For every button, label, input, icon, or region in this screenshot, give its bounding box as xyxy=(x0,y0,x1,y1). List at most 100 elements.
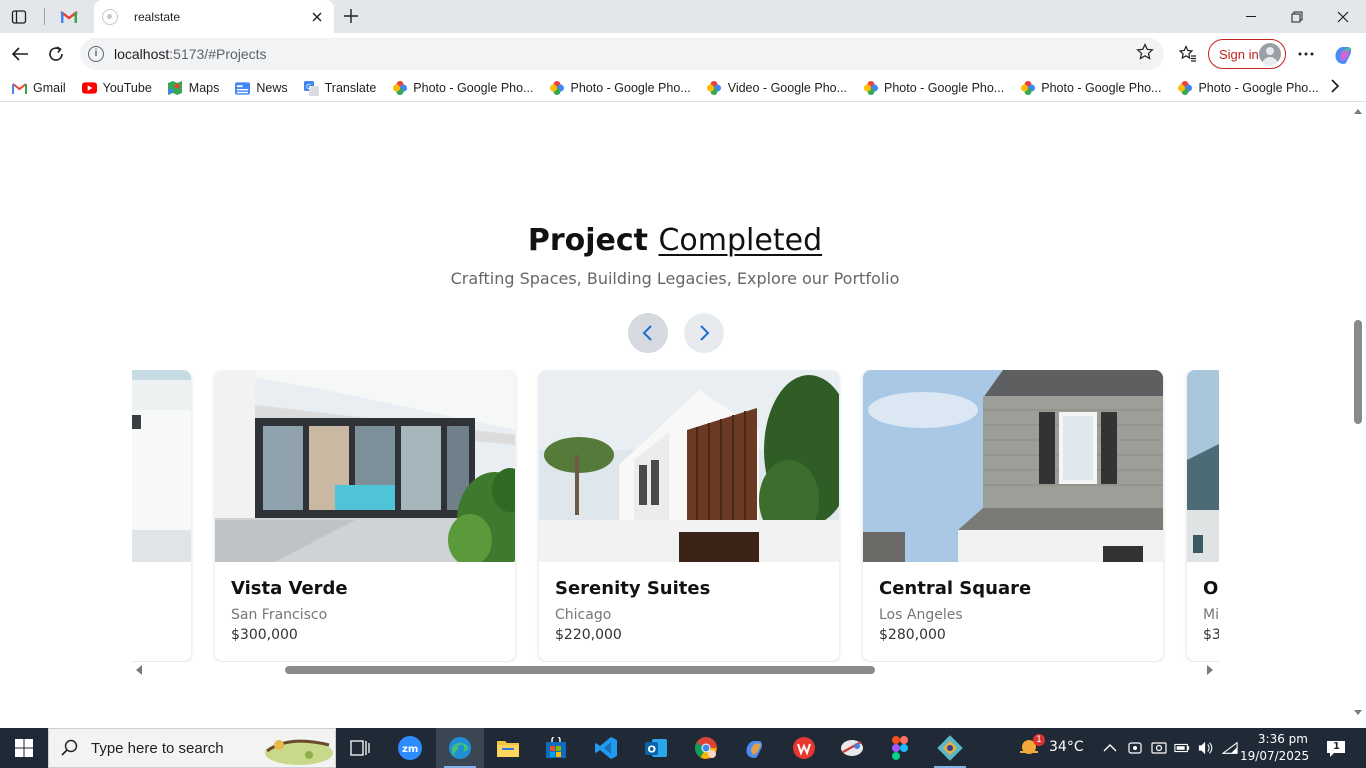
project-location: Los Angeles xyxy=(879,607,963,623)
close-tab-icon[interactable] xyxy=(306,6,328,28)
new-tab-icon[interactable] xyxy=(340,5,362,27)
project-card-partial-left[interactable] xyxy=(132,370,191,661)
windows-taskbar: Type here to search zm O 1 34°C 3:36 pm … xyxy=(0,728,1366,768)
google-photos-icon xyxy=(707,81,722,95)
google-photos-icon xyxy=(1177,81,1192,95)
battery-icon[interactable] xyxy=(1174,740,1190,756)
chevron-right-icon xyxy=(700,325,710,341)
projects-carousel[interactable]: Vista Verde San Francisco $300,000 Seren… xyxy=(132,370,1219,662)
project-location: Chicago xyxy=(555,607,612,623)
close-window-icon[interactable] xyxy=(1320,0,1366,33)
project-card[interactable]: Serenity Suites Chicago $220,000 xyxy=(539,370,839,661)
scrollbar-thumb[interactable] xyxy=(1354,320,1362,424)
project-photo xyxy=(539,370,839,562)
bookmark-youtube[interactable]: YouTube xyxy=(81,81,152,95)
project-location: Mi xyxy=(1203,607,1219,623)
outlook-icon[interactable]: O xyxy=(632,728,680,768)
screen-capture-icon[interactable] xyxy=(1151,740,1167,756)
scroll-up-arrow-icon[interactable] xyxy=(1354,109,1362,114)
project-card-partial-right[interactable]: Oc Mi $3 xyxy=(1187,370,1219,661)
copilot-app-icon[interactable] xyxy=(730,728,778,768)
bookmark-google-photos[interactable]: Photo - Google Pho... xyxy=(1020,81,1161,95)
minimize-icon[interactable] xyxy=(1228,0,1274,33)
project-name: Oc xyxy=(1203,578,1219,599)
bookmark-google-photos[interactable]: Photo - Google Pho... xyxy=(550,81,691,95)
url-text: localhost:5173/#Projects xyxy=(114,46,267,62)
project-photo xyxy=(132,370,191,562)
profile-avatar-icon xyxy=(1259,43,1281,65)
notification-count: 1 xyxy=(1333,741,1340,752)
project-name: Vista Verde xyxy=(231,578,348,599)
address-bar[interactable]: i localhost:5173/#Projects xyxy=(80,38,1164,70)
tab-actions-icon[interactable] xyxy=(6,5,32,29)
google-photos-icon xyxy=(863,81,878,95)
bookmarks-bar: Gmail YouTube Maps News G Translate Phot… xyxy=(0,75,1366,102)
favorites-icon[interactable] xyxy=(1176,38,1200,70)
project-info: Oc Mi $3 xyxy=(1203,578,1219,643)
show-hidden-icons-chevron-icon[interactable] xyxy=(1102,740,1118,756)
site-info-icon[interactable]: i xyxy=(88,46,104,62)
bookmark-gmail[interactable]: Gmail xyxy=(12,81,66,95)
scrollbar-thumb[interactable] xyxy=(285,666,875,674)
project-name: Serenity Suites xyxy=(555,578,711,599)
clock-time[interactable]: 3:36 pm xyxy=(1256,732,1308,746)
scroll-right-arrow-icon[interactable] xyxy=(1207,665,1213,675)
favorite-star-icon[interactable] xyxy=(1136,42,1154,66)
svg-text:O: O xyxy=(648,745,657,756)
microsoft-store-icon[interactable] xyxy=(532,728,580,768)
carousel-next-button[interactable] xyxy=(684,313,724,353)
google-photos-icon xyxy=(1020,81,1035,95)
chrome-icon[interactable] xyxy=(682,728,730,768)
copilot-icon[interactable] xyxy=(1330,38,1356,70)
project-card[interactable]: Central Square Los Angeles $280,000 xyxy=(863,370,1163,661)
bookmark-google-photos[interactable]: Photo - Google Pho... xyxy=(1177,81,1319,95)
windows-start-icon[interactable] xyxy=(0,728,48,768)
sign-in-button[interactable]: Sign in xyxy=(1208,39,1286,69)
bookmark-translate[interactable]: G Translate xyxy=(303,80,376,96)
project-photo xyxy=(215,370,515,562)
active-tab[interactable]: realstate xyxy=(94,0,334,33)
bookmark-google-photos[interactable]: Photo - Google Pho... xyxy=(863,81,1004,95)
section-title: Project Completed xyxy=(0,223,1350,258)
clock-date[interactable]: 19/07/2025 xyxy=(1240,749,1309,763)
zoom-app-icon[interactable]: zm xyxy=(386,728,434,768)
tab-strip: realstate xyxy=(0,0,1366,33)
task-view-icon[interactable] xyxy=(336,728,384,768)
figma-icon[interactable] xyxy=(876,728,924,768)
wps-office-icon[interactable] xyxy=(780,728,828,768)
taskbar-search-box[interactable]: Type here to search xyxy=(48,728,336,768)
git-client-icon[interactable] xyxy=(926,728,974,768)
google-photos-icon xyxy=(550,81,565,95)
vscode-icon[interactable] xyxy=(582,728,630,768)
sign-in-label: Sign in xyxy=(1219,46,1259,62)
back-arrow-icon[interactable] xyxy=(6,40,34,68)
project-info: Central Square Los Angeles $280,000 xyxy=(879,578,1031,643)
volume-icon[interactable] xyxy=(1198,740,1214,756)
page-vertical-scrollbar[interactable] xyxy=(1350,103,1366,728)
search-placeholder: Type here to search xyxy=(91,739,224,757)
bookmark-maps[interactable]: Maps xyxy=(168,81,219,95)
scroll-left-arrow-icon[interactable] xyxy=(136,665,142,675)
project-location: San Francisco xyxy=(231,607,328,623)
carousel-horizontal-scrollbar[interactable] xyxy=(132,662,1219,678)
app-butterfly-icon[interactable] xyxy=(828,728,876,768)
bookmark-news[interactable]: News xyxy=(235,81,288,95)
translate-icon: G xyxy=(303,80,319,96)
chevron-left-icon xyxy=(642,325,652,341)
file-explorer-icon[interactable] xyxy=(484,728,532,768)
carousel-prev-button[interactable] xyxy=(628,313,668,353)
project-card[interactable]: Vista Verde San Francisco $300,000 xyxy=(215,370,515,661)
gmail-tab-icon[interactable] xyxy=(56,5,82,29)
weather-temperature[interactable]: 34°C xyxy=(1049,739,1084,755)
bookmark-google-photos-video[interactable]: Video - Google Pho... xyxy=(707,81,847,95)
meet-now-icon[interactable] xyxy=(1127,740,1143,756)
scroll-down-arrow-icon[interactable] xyxy=(1354,710,1362,715)
edge-browser-icon[interactable] xyxy=(436,728,484,768)
wifi-icon[interactable] xyxy=(1222,740,1238,756)
restore-icon[interactable] xyxy=(1274,0,1320,33)
bookmark-google-photos[interactable]: Photo - Google Pho... xyxy=(392,81,534,95)
search-icon xyxy=(61,739,78,756)
more-options-icon[interactable] xyxy=(1294,38,1318,70)
bookmarks-more-chevron-icon[interactable] xyxy=(1330,79,1340,98)
reload-icon[interactable] xyxy=(42,40,70,68)
